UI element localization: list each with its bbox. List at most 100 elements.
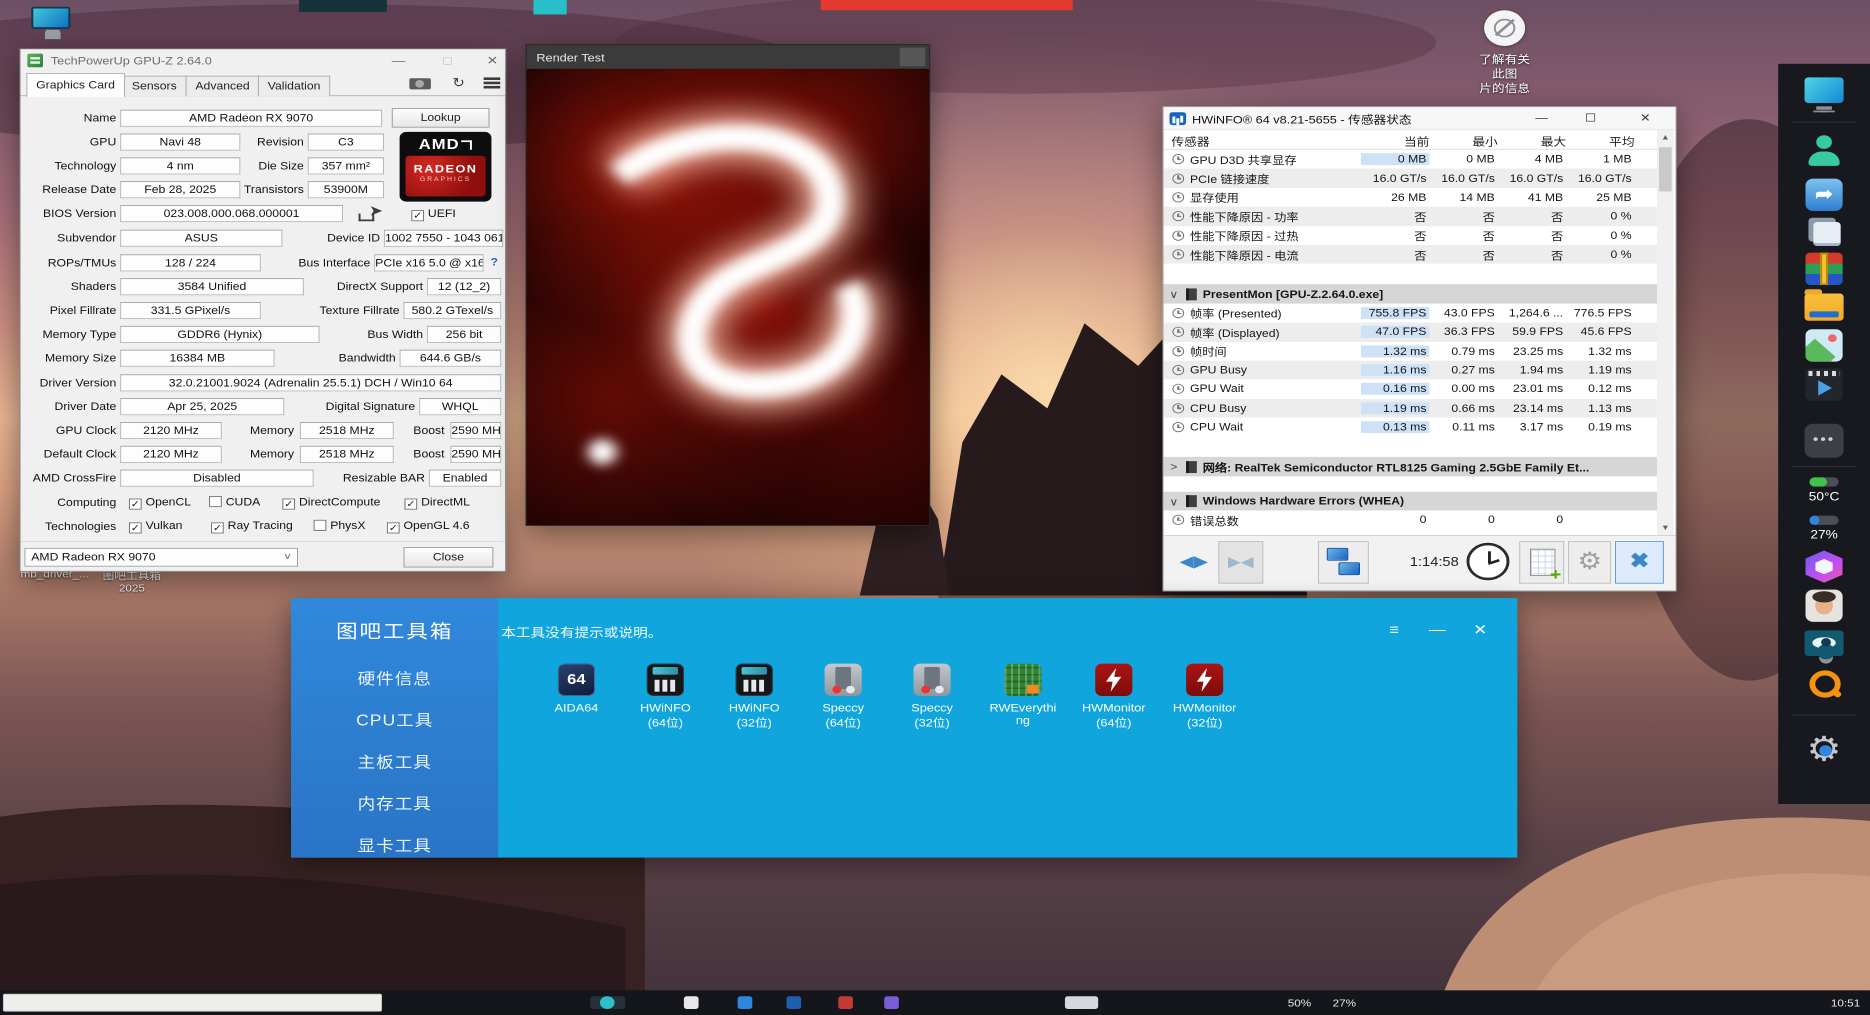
app-speccy32[interactable]: Speccy(32位) xyxy=(893,664,971,730)
gpuz-titlebar[interactable]: TechPowerUp GPU-Z 2.64.0 — □ ✕ xyxy=(21,49,506,71)
help-icon[interactable]: ? xyxy=(490,256,497,268)
this-pc-desktop-icon[interactable] xyxy=(31,7,74,41)
collapse-icon[interactable]: ∨ xyxy=(1168,495,1181,508)
share-icon[interactable]: ➤ xyxy=(357,205,382,222)
sensor-row[interactable]: 性能下降原因 - 电流 否否否0 % xyxy=(1164,245,1658,264)
dock-settings[interactable]: ⚙ xyxy=(1807,733,1842,767)
menu-icon[interactable] xyxy=(484,77,501,79)
tab-graphics-card[interactable]: Graphics Card xyxy=(26,73,124,97)
opengl-checkbox[interactable]: ✓OpenGL 4.6 xyxy=(387,520,472,534)
refresh-icon[interactable]: ↻ xyxy=(452,75,464,90)
menu-icon[interactable]: ≡ xyxy=(1380,622,1409,639)
scrollbar-thumb[interactable] xyxy=(1659,147,1672,191)
dock-photos[interactable] xyxy=(1806,329,1843,361)
ime-indicator[interactable] xyxy=(1065,996,1098,1009)
analog-clock-icon[interactable] xyxy=(1466,543,1509,580)
card-select-dropdown[interactable]: AMD Radeon RX 9070 ˅ xyxy=(24,548,298,567)
lookup-button[interactable]: Lookup xyxy=(392,108,490,128)
directcompute-checkbox[interactable]: ✓DirectCompute xyxy=(282,496,382,510)
sensor-row[interactable]: 帧率 (Displayed) 47.0 FPS36.3 FPS59.9 FPS4… xyxy=(1164,323,1658,342)
taskbar-app-icon[interactable] xyxy=(884,996,899,1009)
taskbar-app-preview[interactable] xyxy=(3,994,382,1012)
sensor-row[interactable]: CPU Busy 1.19 ms0.66 ms23.14 ms1.13 ms xyxy=(1164,399,1658,418)
close-sensors-button[interactable]: ✖ xyxy=(1615,541,1664,584)
maximize-icon[interactable]: ☐ xyxy=(1574,107,1607,129)
dock-avatar-app[interactable] xyxy=(1806,590,1843,622)
settings-button[interactable]: ⚙ xyxy=(1568,541,1611,584)
scroll-down-icon[interactable]: ▼ xyxy=(1657,521,1674,535)
sensor-row[interactable]: CPU Wait 0.13 ms0.11 ms3.17 ms0.19 ms xyxy=(1164,418,1658,437)
temp-widget[interactable] xyxy=(1809,477,1838,486)
close-icon[interactable]: ✕ xyxy=(1466,622,1495,639)
render-test-titlebar[interactable]: Render Test xyxy=(527,45,930,69)
close-icon[interactable]: ✕ xyxy=(484,54,502,68)
group-header-network[interactable]: > 网络: RealTek Semiconductor RTL8125 Gami… xyxy=(1164,457,1658,476)
directml-checkbox[interactable]: ✓DirectML xyxy=(404,496,471,510)
minimize-icon[interactable]: — xyxy=(390,54,408,68)
app-speccy64[interactable]: Speccy(64位) xyxy=(804,664,882,730)
taskbar-app-icon[interactable] xyxy=(838,996,853,1009)
minimize-icon[interactable]: — xyxy=(1423,622,1452,639)
close-icon[interactable] xyxy=(900,48,925,67)
vulkan-checkbox[interactable]: ✓Vulkan xyxy=(129,520,184,534)
uefi-checkbox[interactable]: ✓UEFI xyxy=(411,208,455,222)
physx-checkbox[interactable]: PhysX xyxy=(314,520,368,532)
tab-advanced[interactable]: Advanced xyxy=(186,76,260,96)
sensor-row[interactable]: 性能下降原因 - 过热 否否否0 % xyxy=(1164,226,1658,245)
dock-user[interactable] xyxy=(1806,134,1843,166)
sensor-row[interactable]: 性能下降原因 - 功率 否否否0 % xyxy=(1164,207,1658,226)
close-button[interactable]: Close xyxy=(404,547,494,567)
opencl-checkbox[interactable]: ✓OpenCL xyxy=(129,496,193,510)
sensor-row[interactable]: 显存使用 26 MB14 MB41 MB25 MB xyxy=(1164,188,1658,207)
group-header-presentmon[interactable]: ∨ PresentMon [GPU-Z.2.64.0.exe] xyxy=(1164,284,1658,303)
tab-sensors[interactable]: Sensors xyxy=(122,76,186,96)
usage-widget[interactable] xyxy=(1809,516,1838,525)
app-hwinfo32[interactable]: HWiNFO(32位) xyxy=(715,664,793,730)
collapse-columns-icon[interactable]: ▶◀ xyxy=(1218,541,1263,584)
spotlight-desktop-icon[interactable]: 了解有关此图 片的信息 xyxy=(1473,10,1536,95)
sensor-row[interactable]: 帧率 (Presented) 755.8 FPS43.0 FPS1,264.6 … xyxy=(1164,304,1658,323)
dock-winrar[interactable] xyxy=(1806,253,1843,285)
sidebar-item-cpu-tools[interactable]: CPU工具 xyxy=(291,708,498,734)
hwinfo-titlebar[interactable]: HWiNFO® 64 v8.21-5655 - 传感器状态 — ☐ ✕ xyxy=(1164,107,1676,130)
sensor-row[interactable]: GPU D3D 共享显存 0 MB0 MB4 MB1 MB xyxy=(1164,150,1658,169)
taskbar-app-icon[interactable] xyxy=(738,996,753,1009)
network-monitors-button[interactable] xyxy=(1318,541,1369,584)
taskbar-app-icon[interactable] xyxy=(684,996,699,1009)
app-hwmonitor64[interactable]: HWMonitor(64位) xyxy=(1075,664,1153,730)
sidebar-item-motherboard-tools[interactable]: 主板工具 xyxy=(291,750,498,776)
sidebar-item-memory-tools[interactable]: 内存工具 xyxy=(291,791,498,817)
tab-validation[interactable]: Validation xyxy=(258,76,330,96)
close-icon[interactable]: ✕ xyxy=(1629,107,1662,129)
sidebar-item-hardware-info[interactable]: 硬件信息 xyxy=(291,666,498,692)
dock-computer[interactable] xyxy=(1805,77,1844,103)
taskbar-app-icon[interactable] xyxy=(786,996,801,1009)
scroll-up-icon[interactable]: ▲ xyxy=(1657,130,1674,144)
app-rweverything[interactable]: RWEverything xyxy=(984,664,1062,727)
dock-search[interactable] xyxy=(1806,668,1843,700)
taskbar-teal-app-icon[interactable] xyxy=(600,996,615,1009)
collapse-icon[interactable]: ∨ xyxy=(1168,288,1181,301)
sensor-row[interactable]: PCIe 链接速度 16.0 GT/s16.0 GT/s16.0 GT/s16.… xyxy=(1164,169,1658,188)
app-hwinfo64[interactable]: HWiNFO(64位) xyxy=(626,664,704,730)
dock-folder[interactable] xyxy=(1805,294,1844,321)
scrollbar[interactable]: ▲ ▼ xyxy=(1657,130,1674,535)
dock-video[interactable] xyxy=(1806,368,1843,400)
dock-more[interactable]: ••• xyxy=(1805,424,1844,458)
dock-share[interactable]: ➦ xyxy=(1806,179,1843,211)
sensor-row[interactable]: GPU Busy 1.16 ms0.27 ms1.94 ms1.19 ms xyxy=(1164,361,1658,380)
app-hwmonitor32[interactable]: HWMonitor(32位) xyxy=(1166,664,1244,730)
sensor-row[interactable]: GPU Wait 0.16 ms0.00 ms23.01 ms0.12 ms xyxy=(1164,380,1658,399)
back-forward-icon[interactable]: ◀▶ xyxy=(1171,541,1216,584)
taskbar-clock[interactable]: 10:51 xyxy=(1831,997,1860,1009)
dock-screen-monitor[interactable] xyxy=(1805,630,1844,656)
sensor-row[interactable]: 帧时间 1.32 ms0.79 ms23.25 ms1.32 ms xyxy=(1164,342,1658,361)
ray-tracing-checkbox[interactable]: ✓Ray Tracing xyxy=(211,520,295,534)
cuda-checkbox[interactable]: CUDA xyxy=(209,496,262,508)
dock-documents[interactable] xyxy=(1806,215,1843,247)
sensor-row[interactable]: 错误总数 000 xyxy=(1164,511,1658,530)
report-button[interactable]: + xyxy=(1519,541,1564,584)
dock-cube-app[interactable] xyxy=(1806,550,1843,582)
sidebar-item-gpu-tools[interactable]: 显卡工具 xyxy=(291,833,498,859)
app-aida64[interactable]: 64 AIDA64 xyxy=(537,664,615,714)
